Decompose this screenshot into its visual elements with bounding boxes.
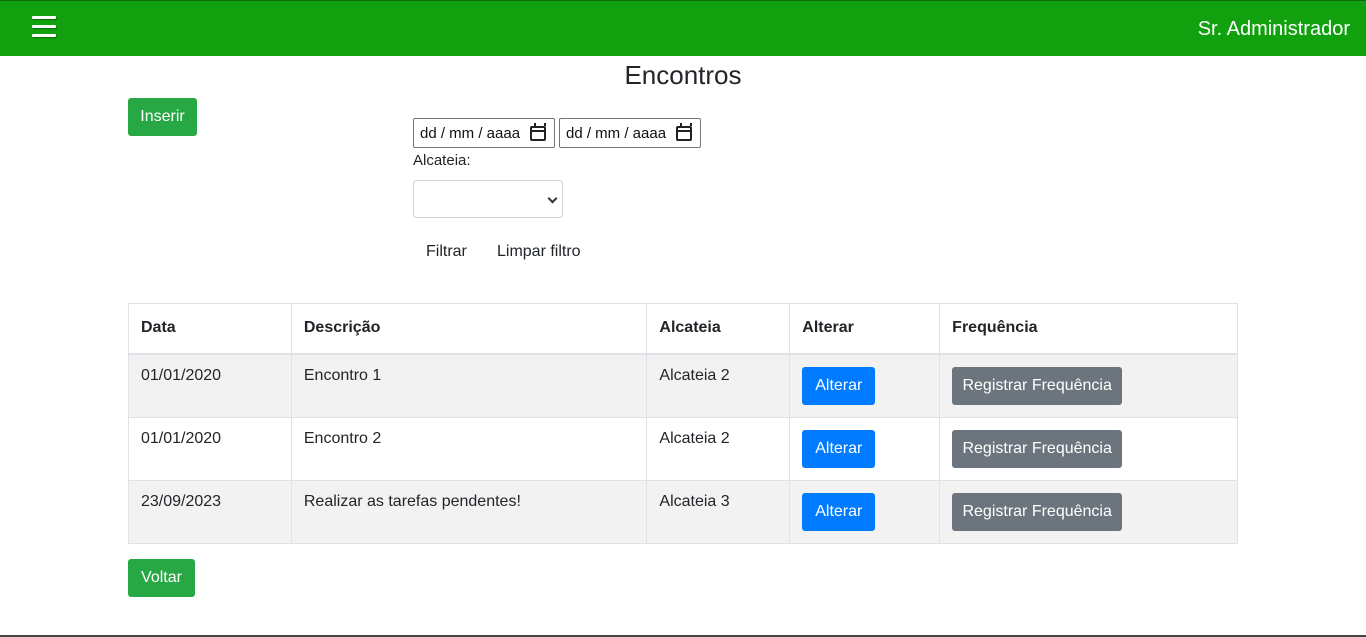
- insert-button[interactable]: Inserir: [128, 98, 197, 136]
- calendar-icon[interactable]: [530, 122, 546, 141]
- cell-alter: Alterar: [789, 416, 941, 481]
- encontros-table: Data Descrição Alcateia Alterar Frequênc…: [128, 303, 1238, 544]
- date-from-placeholder: dd / mm / aaaa: [420, 124, 521, 142]
- cell-date: 01/01/2020: [128, 416, 292, 481]
- column-header-frequencia: Frequência: [939, 303, 1238, 355]
- cell-alcateia: Alcateia 2: [646, 353, 791, 418]
- alcateia-select[interactable]: [413, 180, 563, 218]
- cell-alter: Alterar: [789, 353, 941, 418]
- alter-button[interactable]: Alterar: [802, 366, 876, 405]
- cell-alcateia: Alcateia 3: [646, 479, 791, 544]
- clear-filter-button[interactable]: Limpar filtro: [497, 243, 581, 261]
- table-header-row: Data Descrição Alcateia Alterar Frequênc…: [128, 303, 1238, 355]
- alter-button[interactable]: Alterar: [802, 429, 876, 468]
- cell-date: 01/01/2020: [128, 353, 292, 418]
- column-header-data: Data: [128, 303, 292, 355]
- cell-description: Encontro 2: [290, 416, 648, 481]
- cell-alcateia: Alcateia 2: [646, 416, 791, 481]
- table-row: 23/09/2023 Realizar as tarefas pendentes…: [128, 479, 1238, 544]
- cell-description: Encontro 1: [290, 353, 648, 418]
- filter-button[interactable]: Filtrar: [426, 243, 467, 261]
- alter-button[interactable]: Alterar: [802, 492, 876, 531]
- date-to-input[interactable]: dd / mm / aaaa: [559, 118, 701, 148]
- page-title: Encontros: [624, 60, 742, 90]
- register-frequency-button[interactable]: Registrar Frequência: [952, 429, 1123, 468]
- column-header-descricao: Descrição: [290, 303, 648, 355]
- cell-date: 23/09/2023: [128, 479, 292, 544]
- back-button[interactable]: Voltar: [128, 559, 195, 597]
- table-row: 01/01/2020 Encontro 2 Alcateia 2 Alterar…: [128, 416, 1238, 481]
- register-frequency-button[interactable]: Registrar Frequência: [952, 366, 1123, 405]
- hamburger-line: [32, 25, 56, 28]
- user-name[interactable]: Sr. Administrador: [1198, 17, 1350, 41]
- column-header-alcateia: Alcateia: [646, 303, 791, 355]
- column-header-alterar: Alterar: [789, 303, 941, 355]
- cell-frequency: Registrar Frequência: [939, 416, 1238, 481]
- register-frequency-button[interactable]: Registrar Frequência: [952, 492, 1123, 531]
- hamburger-menu-icon[interactable]: [32, 13, 58, 41]
- cell-description: Realizar as tarefas pendentes!: [290, 479, 648, 544]
- cell-frequency: Registrar Frequência: [939, 479, 1238, 544]
- hamburger-line: [32, 34, 56, 37]
- cell-frequency: Registrar Frequência: [939, 353, 1238, 418]
- date-from-input[interactable]: dd / mm / aaaa: [413, 118, 555, 148]
- calendar-icon[interactable]: [676, 122, 692, 141]
- date-to-placeholder: dd / mm / aaaa: [566, 124, 667, 142]
- chevron-down-icon: [547, 193, 558, 204]
- cell-alter: Alterar: [789, 479, 941, 544]
- hamburger-line: [32, 16, 56, 19]
- top-navbar: Sr. Administrador: [0, 0, 1366, 56]
- alcateia-label: Alcateia:: [413, 152, 471, 169]
- table-row: 01/01/2020 Encontro 1 Alcateia 2 Alterar…: [128, 353, 1238, 418]
